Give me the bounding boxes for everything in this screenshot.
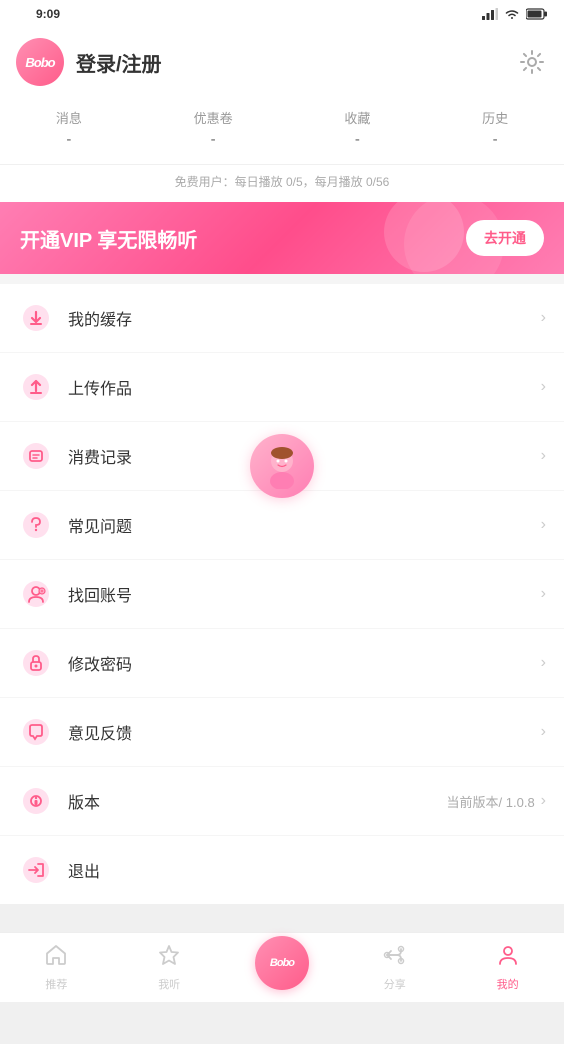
app-logo: Bobo bbox=[16, 38, 64, 86]
menu-list: 我的缓存 › 上传作品 › 消费记录 › bbox=[0, 284, 564, 904]
nav-item-recommend[interactable]: 推荐 bbox=[26, 943, 86, 992]
faq-icon bbox=[18, 507, 54, 543]
menu-item-logout[interactable]: 退出 bbox=[0, 836, 564, 904]
chevron-recover: › bbox=[541, 585, 546, 603]
chevron-faq: › bbox=[541, 516, 546, 534]
free-hint: 免费用户：每日播放 0/5，每月播放 0/56 bbox=[0, 165, 564, 202]
nav-item-center[interactable]: Bobo bbox=[252, 936, 312, 1000]
chevron-upload: › bbox=[541, 378, 546, 396]
logout-icon bbox=[18, 852, 54, 888]
menu-cache-label: 我的缓存 bbox=[68, 306, 541, 330]
stat-history-label: 历史 bbox=[482, 108, 508, 127]
wifi-icon bbox=[504, 8, 520, 20]
menu-password-label: 修改密码 bbox=[68, 651, 541, 675]
settings-icon[interactable] bbox=[516, 46, 548, 78]
chevron-version: › bbox=[541, 792, 546, 810]
nav-recommend-label: 推荐 bbox=[45, 976, 67, 992]
menu-logout-label: 退出 bbox=[68, 858, 546, 882]
bottom-nav: 推荐 我听 Bobo 分享 bbox=[0, 932, 564, 1002]
share-icon bbox=[383, 943, 407, 973]
vip-text: 开通VIP 享无限畅听 bbox=[20, 224, 197, 253]
chevron-password: › bbox=[541, 654, 546, 672]
version-icon bbox=[18, 783, 54, 819]
stat-coupons: 优惠卷 - bbox=[194, 108, 233, 148]
battery-icon bbox=[526, 8, 548, 20]
menu-faq-label: 常见问题 bbox=[68, 513, 541, 537]
menu-version-value: 当前版本/ 1.0.8 bbox=[447, 792, 535, 811]
chevron-consumption: › bbox=[541, 447, 546, 465]
chevron-cache: › bbox=[541, 309, 546, 327]
menu-upload-label: 上传作品 bbox=[68, 375, 541, 399]
menu-recover-label: 找回账号 bbox=[68, 582, 541, 606]
status-time: 9:09 bbox=[36, 7, 60, 21]
stat-favorites-label: 收藏 bbox=[344, 108, 370, 127]
menu-item-faq[interactable]: 常见问题 › bbox=[0, 491, 564, 560]
menu-item-feedback[interactable]: 意见反馈 › bbox=[0, 698, 564, 767]
menu-item-version[interactable]: 版本 当前版本/ 1.0.8 › bbox=[0, 767, 564, 836]
signal-icon bbox=[482, 8, 498, 20]
menu-item-password[interactable]: 修改密码 › bbox=[0, 629, 564, 698]
status-bar: 9:09 bbox=[0, 0, 564, 28]
star-icon bbox=[157, 943, 181, 973]
menu-version-label: 版本 bbox=[68, 789, 447, 813]
stat-messages-label: 消息 bbox=[56, 108, 82, 127]
home-icon bbox=[44, 943, 68, 973]
consumption-icon bbox=[18, 438, 54, 474]
menu-item-upload[interactable]: 上传作品 › bbox=[0, 353, 564, 422]
stat-favorites: 收藏 - bbox=[344, 108, 370, 148]
avatar bbox=[250, 434, 314, 498]
feedback-icon bbox=[18, 714, 54, 750]
chevron-feedback: › bbox=[541, 723, 546, 741]
nav-item-share[interactable]: 分享 bbox=[365, 943, 425, 992]
nav-item-listen[interactable]: 我听 bbox=[139, 943, 199, 992]
vip-open-button[interactable]: 去开通 bbox=[466, 220, 544, 256]
nav-item-mine[interactable]: 我的 bbox=[478, 943, 538, 992]
stat-coupons-label: 优惠卷 bbox=[194, 108, 233, 127]
vip-banner[interactable]: 开通VIP 享无限畅听 去开通 bbox=[0, 202, 564, 274]
stats-row: 消息 - 优惠卷 - 收藏 - 历史 - bbox=[0, 96, 564, 165]
stat-messages-value: - bbox=[66, 131, 71, 148]
stat-coupons-value: - bbox=[211, 131, 216, 148]
stat-messages: 消息 - bbox=[56, 108, 82, 148]
header: Bobo 登录/注册 bbox=[0, 28, 564, 96]
password-icon bbox=[18, 645, 54, 681]
recover-icon bbox=[18, 576, 54, 612]
center-logo[interactable]: Bobo bbox=[255, 936, 309, 990]
page-title: 登录/注册 bbox=[76, 48, 504, 77]
upload-icon bbox=[18, 369, 54, 405]
nav-listen-label: 我听 bbox=[158, 976, 180, 992]
stat-history: 历史 - bbox=[482, 108, 508, 148]
menu-item-cache[interactable]: 我的缓存 › bbox=[0, 284, 564, 353]
nav-mine-label: 我的 bbox=[497, 976, 519, 992]
nav-share-label: 分享 bbox=[384, 976, 406, 992]
stat-favorites-value: - bbox=[355, 131, 360, 148]
profile-icon bbox=[496, 943, 520, 973]
stat-history-value: - bbox=[493, 131, 498, 148]
menu-item-recover[interactable]: 找回账号 › bbox=[0, 560, 564, 629]
menu-feedback-label: 意见反馈 bbox=[68, 720, 541, 744]
cache-icon bbox=[18, 300, 54, 336]
